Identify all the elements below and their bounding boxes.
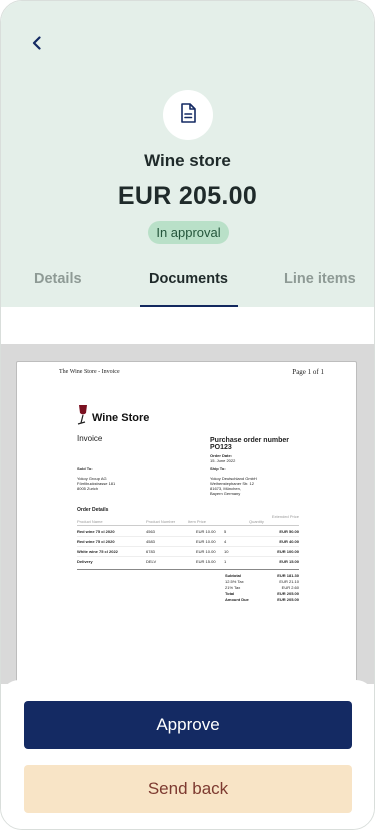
column-header: Product Name [77, 519, 103, 524]
ship-to-line: Bayern Germany [210, 491, 241, 496]
approve-button[interactable]: Approve [24, 701, 352, 749]
status-badge: In approval [148, 221, 229, 244]
total-amount: EUR 205.00 [117, 182, 258, 210]
cell-product-name: Red wine 75 cl 2020 [77, 539, 115, 544]
summary-label: Total [225, 591, 235, 596]
summary-divider [77, 569, 299, 570]
column-header: Product Number [146, 519, 176, 524]
summary-value: EUR 205.00 [277, 597, 299, 602]
invoice-heading: Invoice [77, 434, 103, 443]
tab-bar: Details Documents Line items [1, 267, 374, 307]
action-footer: Approve Send back [1, 680, 374, 829]
cell-item-price: EUR 10.00 [196, 549, 216, 554]
invoice-page: The Wine Store - Invoice Page 1 of 1 Win… [16, 361, 357, 691]
cell-quantity: 1 [224, 559, 227, 564]
order-details-heading: Order Details [77, 507, 109, 513]
cell-item-price: EUR 10.00 [196, 539, 216, 544]
summary-value: EUR 205.00 [277, 591, 299, 596]
active-tab-indicator [140, 305, 238, 307]
document-avatar [163, 90, 213, 140]
cell-extended-price: EUR 100.00 [277, 549, 299, 554]
cell-product-number: 6783 [146, 549, 155, 554]
tab-documents[interactable]: Documents [149, 271, 228, 287]
column-header: Quantity [249, 519, 264, 524]
ship-to-label: Ship To: [210, 466, 226, 471]
cell-product-name: Red wine 75 cl 2020 [77, 529, 115, 534]
cell-product-name: Delivery [77, 559, 93, 564]
send-back-button[interactable]: Send back [24, 765, 352, 813]
merchant-title: Wine store [144, 151, 231, 170]
row-divider [77, 546, 299, 547]
row-divider [77, 536, 299, 537]
document-viewer[interactable]: The Wine Store - Invoice Page 1 of 1 Win… [1, 344, 374, 691]
summary-label: Amount Due [225, 597, 249, 602]
cell-product-number: DELV [146, 559, 157, 564]
back-chevron-icon [32, 35, 42, 55]
cell-item-price: EUR 15.00 [196, 559, 216, 564]
po-number: PO123 [210, 444, 232, 451]
summary-value: EUR 2.60 [281, 585, 299, 590]
back-button[interactable] [25, 33, 49, 57]
column-header: Extended Price [271, 514, 299, 519]
table-row: White wine 75 cl 2022 6783 EUR 10.00 10 … [77, 549, 299, 556]
summary-label: Subtotal [225, 573, 241, 578]
table-row: Red wine 75 cl 2020 4563 EUR 10.00 5 EUR… [77, 529, 299, 536]
table-divider [77, 525, 299, 526]
phone-screen: Wine store EUR 205.00 In approval Detail… [0, 0, 375, 830]
pdf-page-title: The Wine Store - Invoice [59, 369, 120, 375]
table-row: Delivery DELV EUR 15.00 1 EUR 15.00 [77, 559, 299, 566]
cell-quantity: 4 [224, 539, 227, 544]
tab-details[interactable]: Details [34, 271, 82, 287]
tab-line-items[interactable]: Line items [284, 271, 356, 287]
summary-value: EUR 181.30 [277, 573, 299, 578]
column-header: Item Price [188, 519, 207, 524]
cell-item-price: EUR 10.00 [196, 529, 216, 534]
expense-header: Wine store EUR 205.00 In approval Detail… [1, 1, 374, 307]
sold-to-label: Sold To: [77, 466, 93, 471]
cell-quantity: 10 [224, 549, 229, 554]
po-label: Purchase order number [210, 437, 289, 444]
pdf-page-number: Page 1 of 1 [292, 368, 324, 376]
cell-extended-price: EUR 50.00 [279, 529, 299, 534]
cell-quantity: 5 [224, 529, 227, 534]
row-divider [77, 556, 299, 557]
wine-glass-icon [77, 404, 89, 431]
order-date: 15. June 2022 [210, 458, 236, 463]
cell-product-number: 4583 [146, 539, 155, 544]
cell-extended-price: EUR 40.00 [279, 539, 299, 544]
cell-product-number: 4563 [146, 529, 155, 534]
cell-product-name: White wine 75 cl 2022 [77, 549, 118, 554]
cell-extended-price: EUR 15.00 [279, 559, 299, 564]
summary-label: 12.5% Tax [225, 579, 244, 584]
wine-store-logo: Wine Store [77, 404, 149, 431]
document-icon [180, 102, 196, 128]
table-row: Red wine 75 cl 2020 4583 EUR 10.00 4 EUR… [77, 539, 299, 546]
summary-value: EUR 21.10 [279, 579, 299, 584]
brand-name: Wine Store [92, 411, 150, 424]
sold-to-line: 8005 Zurich [77, 486, 99, 491]
summary-label: 21% Tax [225, 585, 241, 590]
